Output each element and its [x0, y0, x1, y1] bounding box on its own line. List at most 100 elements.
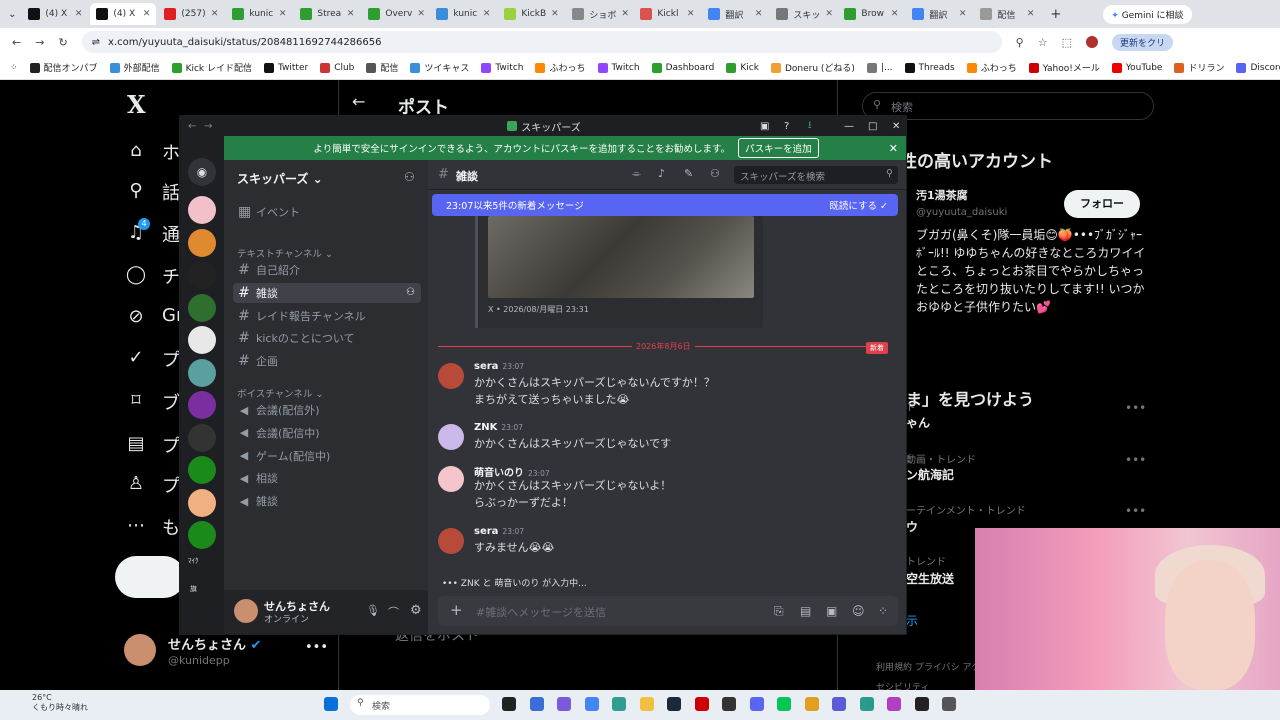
taskbar-app-icon[interactable]: [502, 697, 516, 711]
taskbar-search[interactable]: ⚲ 検索: [350, 695, 490, 715]
avatar[interactable]: [438, 528, 464, 554]
events-item[interactable]: ▦ イベント: [233, 202, 421, 222]
site-info-icon[interactable]: ⇌: [92, 37, 100, 48]
server-icon[interactable]: [188, 456, 216, 484]
message-author[interactable]: sera 23:07: [474, 526, 524, 537]
message-composer[interactable]: + #雑談へメッセージを送信 ⎘ ▤ ▣ ☺ ⁘: [438, 596, 898, 626]
nav-label[interactable]: ホ: [162, 139, 180, 165]
taskbar-app-icon[interactable]: [749, 697, 764, 711]
trend-name[interactable]: ン航海記: [906, 466, 954, 483]
headphones-icon[interactable]: ⌒: [388, 604, 399, 620]
show-more-link[interactable]: 示: [906, 612, 918, 629]
taskbar-app-icon[interactable]: [832, 697, 846, 711]
gift-icon[interactable]: ⎘: [774, 604, 784, 619]
sticker-icon[interactable]: ▣: [826, 604, 837, 618]
taskbar-app-icon[interactable]: [859, 697, 874, 711]
trend-more-icon[interactable]: •••: [1125, 401, 1146, 415]
nav-label[interactable]: プ: [162, 472, 180, 498]
voice-channel[interactable]: ◀ 会議(配信中): [233, 423, 421, 443]
text-channel[interactable]: # レイド報告チャンネル: [233, 306, 421, 326]
back-icon[interactable]: ←: [12, 36, 21, 49]
text-channel[interactable]: # kickのことについて: [233, 328, 421, 348]
browser-tab[interactable]: 翻訳 ✕: [702, 3, 768, 25]
threads-icon[interactable]: ⌯: [632, 167, 641, 181]
bookmark-item[interactable]: ドリラン: [1174, 61, 1224, 74]
bookmark-item[interactable]: 配信: [366, 61, 398, 74]
apps-icon[interactable]: ⁘: [878, 604, 888, 618]
forward-icon[interactable]: →: [35, 36, 44, 49]
tab-close-icon[interactable]: ✕: [279, 9, 287, 19]
apps-grid-icon[interactable]: ⁘: [10, 63, 18, 73]
taskbar-app-icon[interactable]: [942, 697, 956, 711]
browser-tab[interactable]: kunic ✕: [226, 3, 292, 25]
nav-label[interactable]: 通: [162, 221, 180, 247]
taskbar-app-icon[interactable]: [694, 697, 709, 711]
tab-close-icon[interactable]: ✕: [75, 9, 83, 19]
bookmark-item[interactable]: Kick レイド配信: [171, 61, 252, 74]
bookmark-item[interactable]: Twitter: [264, 62, 308, 73]
bookmark-item[interactable]: 外部配信: [109, 61, 160, 74]
browser-tab[interactable]: Overv ✕: [362, 3, 428, 25]
user-avatar[interactable]: [234, 599, 258, 623]
inbox-icon[interactable]: ▣: [760, 121, 769, 132]
browser-tab[interactable]: Kickl ✕: [634, 3, 700, 25]
tab-close-icon[interactable]: ✕: [825, 9, 833, 19]
tab-search-icon[interactable]: ⌄: [4, 9, 20, 20]
invite-icon[interactable]: ⚇: [404, 170, 415, 184]
bookmark-item[interactable]: Discord StreamKit O...: [1236, 62, 1280, 73]
server-icon[interactable]: [188, 326, 216, 354]
server-icon[interactable]: [188, 391, 216, 419]
gif-icon[interactable]: ▤: [800, 604, 811, 618]
nav-label[interactable]: プ: [162, 346, 180, 372]
browser-tab[interactable]: ショボ ✕: [566, 3, 632, 25]
taskbar-app-icon[interactable]: [722, 697, 736, 711]
address-bar[interactable]: ⇌ x.com/yuyuuta_daisuki/status/208481169…: [81, 31, 1002, 53]
message-author[interactable]: sera 23:07: [474, 361, 524, 372]
tab-close-icon[interactable]: ✕: [755, 9, 763, 19]
tab-close-icon[interactable]: ✕: [621, 9, 629, 19]
tab-close-icon[interactable]: ✕: [687, 9, 695, 19]
text-category[interactable]: テキストチャンネル ⌄: [237, 246, 333, 260]
attach-plus-icon[interactable]: +: [450, 601, 463, 619]
bookmarks-icon[interactable]: ⌑: [125, 390, 147, 412]
new-messages-bar[interactable]: 23:07以来5件の新着メッセージ 既読にする ✓: [432, 194, 898, 216]
zoom-icon[interactable]: ⚲: [1016, 36, 1024, 49]
taskbar-app-icon[interactable]: [804, 697, 819, 711]
avatar[interactable]: [438, 363, 464, 389]
trend-name[interactable]: ウ: [906, 518, 918, 535]
avatar[interactable]: [124, 634, 156, 666]
voice-category[interactable]: ボイスチャンネル ⌄: [237, 386, 323, 400]
voice-channel[interactable]: ◀ 雑談: [233, 491, 421, 511]
tab-close-icon[interactable]: ✕: [551, 9, 559, 19]
taskbar-app-icon[interactable]: [584, 697, 599, 711]
reload-icon[interactable]: ↻: [58, 36, 67, 49]
weather-widget[interactable]: 26°C くもり時々晴れ: [32, 693, 88, 713]
start-icon[interactable]: [324, 697, 338, 711]
tab-close-icon[interactable]: ✕: [959, 9, 967, 19]
extensions-icon[interactable]: ⬚: [1062, 36, 1072, 49]
taskbar-app-icon[interactable]: [529, 697, 544, 711]
profile-icon[interactable]: ♙: [125, 473, 147, 495]
maximize-icon[interactable]: □: [868, 121, 877, 132]
taskbar-app-icon[interactable]: [557, 697, 571, 711]
bookmark-item[interactable]: Kick: [726, 62, 759, 73]
tab-close-icon[interactable]: ✕: [347, 9, 355, 19]
taskbar-app-icon[interactable]: [887, 697, 901, 711]
browser-tab[interactable]: kunic ✕: [430, 3, 496, 25]
server-icon[interactable]: [188, 521, 216, 549]
back-arrow-icon[interactable]: ←: [352, 92, 365, 111]
post-button[interactable]: [115, 556, 185, 598]
trend-more-icon[interactable]: •••: [1125, 453, 1146, 467]
server-icon[interactable]: [188, 228, 216, 257]
bookmark-item[interactable]: YouTube: [1111, 62, 1162, 73]
browser-tab[interactable]: Strea ✕: [294, 3, 360, 25]
settings-icon[interactable]: ⚙: [410, 603, 422, 618]
bookmark-item[interactable]: Club: [320, 62, 354, 73]
voice-channel[interactable]: ◀ ゲーム(配信中): [233, 446, 421, 466]
text-channel[interactable]: # 企画: [233, 351, 421, 371]
trend-name[interactable]: 空生放送: [906, 570, 954, 587]
nav-label[interactable]: ブ: [162, 389, 180, 415]
banner-close-icon[interactable]: ✕: [889, 142, 898, 155]
nav-label[interactable]: 話: [162, 179, 180, 205]
server-icon[interactable]: [188, 358, 216, 387]
